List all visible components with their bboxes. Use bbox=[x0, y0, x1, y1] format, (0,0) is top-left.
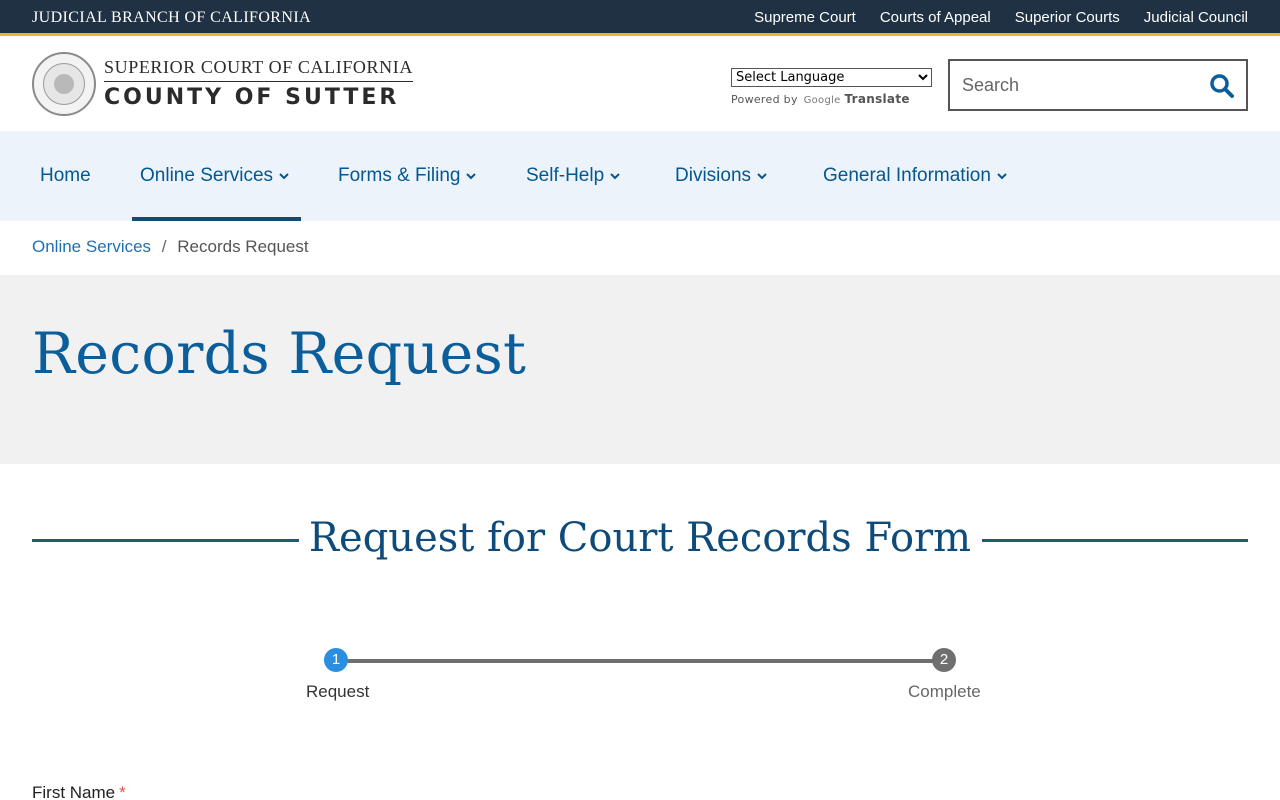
form-title: Request for Court Records Form bbox=[308, 515, 972, 561]
nav-item-self-help[interactable]: Self-Help bbox=[526, 131, 620, 221]
chevron-down-icon bbox=[279, 173, 289, 180]
top-links: Supreme Court Courts of Appeal Superior … bbox=[754, 9, 1248, 26]
site-header: SUPERIOR COURT OF CALIFORNIA COUNTY OF S… bbox=[0, 39, 1280, 131]
page-title: Records Request bbox=[32, 321, 527, 387]
link-superior-courts[interactable]: Superior Courts bbox=[1015, 9, 1120, 26]
step-1-indicator: 1 bbox=[324, 648, 348, 672]
nav-label-general-information: General Information bbox=[823, 165, 991, 186]
link-judicial-council[interactable]: Judicial Council bbox=[1144, 9, 1248, 26]
nav-item-general-information[interactable]: General Information bbox=[823, 131, 1007, 221]
seal-figure bbox=[54, 74, 74, 94]
nav-label-divisions: Divisions bbox=[675, 165, 752, 186]
form-heading: Request for Court Records Form bbox=[32, 515, 1248, 567]
link-courts-of-appeal[interactable]: Courts of Appeal bbox=[880, 9, 991, 26]
steps-track bbox=[336, 659, 944, 663]
powered-by-google: Powered by Google Translate bbox=[731, 92, 932, 106]
chevron-down-icon bbox=[610, 173, 620, 180]
google-logo-icon[interactable]: Google bbox=[804, 95, 841, 106]
court-seal-logo[interactable] bbox=[32, 52, 96, 116]
translate-text: Translate bbox=[844, 92, 910, 106]
nav-item-forms-filing[interactable]: Forms & Filing bbox=[338, 131, 477, 221]
step-2-indicator: 2 bbox=[932, 648, 956, 672]
judicial-branch-bar: JUDICIAL BRANCH OF CALIFORNIA Supreme Co… bbox=[0, 0, 1280, 36]
step-2-label: Complete bbox=[908, 682, 981, 701]
page-hero: Records Request bbox=[0, 275, 1280, 464]
chevron-down-icon bbox=[466, 173, 477, 180]
nav-label-online-services: Online Services bbox=[140, 165, 274, 186]
breadcrumb: Online Services / Records Request bbox=[32, 237, 309, 257]
nav-label-home: Home bbox=[40, 165, 91, 186]
form-progress-steps: 1 2 Request Complete bbox=[300, 648, 990, 708]
logo-line-superior-court: SUPERIOR COURT OF CALIFORNIA bbox=[104, 57, 413, 82]
search-icon[interactable] bbox=[1208, 72, 1236, 100]
breadcrumb-online-services[interactable]: Online Services bbox=[32, 237, 151, 256]
breadcrumb-current: Records Request bbox=[177, 237, 309, 256]
search-input[interactable] bbox=[962, 73, 1202, 97]
nav-label-forms-filing: Forms & Filing bbox=[338, 165, 461, 186]
required-marker: * bbox=[119, 783, 126, 800]
search-box bbox=[948, 59, 1248, 111]
seal-inner-ring bbox=[43, 63, 85, 105]
powered-by-text: Powered by bbox=[731, 93, 798, 106]
nav-item-home[interactable]: Home bbox=[40, 131, 91, 221]
judicial-branch-title[interactable]: JUDICIAL BRANCH OF CALIFORNIA bbox=[32, 9, 311, 27]
nav-item-divisions[interactable]: Divisions bbox=[675, 131, 767, 221]
google-translate-widget: Select Language Powered by Google Transl… bbox=[731, 68, 932, 106]
chevron-down-icon bbox=[757, 173, 767, 180]
link-supreme-court[interactable]: Supreme Court bbox=[754, 9, 856, 26]
language-select[interactable]: Select Language bbox=[731, 68, 932, 87]
first-name-label: First Name * bbox=[32, 783, 126, 800]
chevron-down-icon bbox=[997, 173, 1007, 180]
nav-item-online-services[interactable]: Online Services bbox=[131, 131, 302, 221]
main-navigation: Home Online Services Forms & Filing Self… bbox=[0, 131, 1280, 221]
first-name-label-text: First Name bbox=[32, 783, 116, 800]
logo-line-county: COUNTY OF SUTTER bbox=[104, 85, 400, 110]
nav-label-self-help: Self-Help bbox=[526, 165, 605, 186]
court-logo-text[interactable]: SUPERIOR COURT OF CALIFORNIA COUNTY OF S… bbox=[104, 57, 413, 110]
breadcrumb-separator: / bbox=[161, 237, 167, 256]
step-1-label: Request bbox=[306, 682, 370, 701]
